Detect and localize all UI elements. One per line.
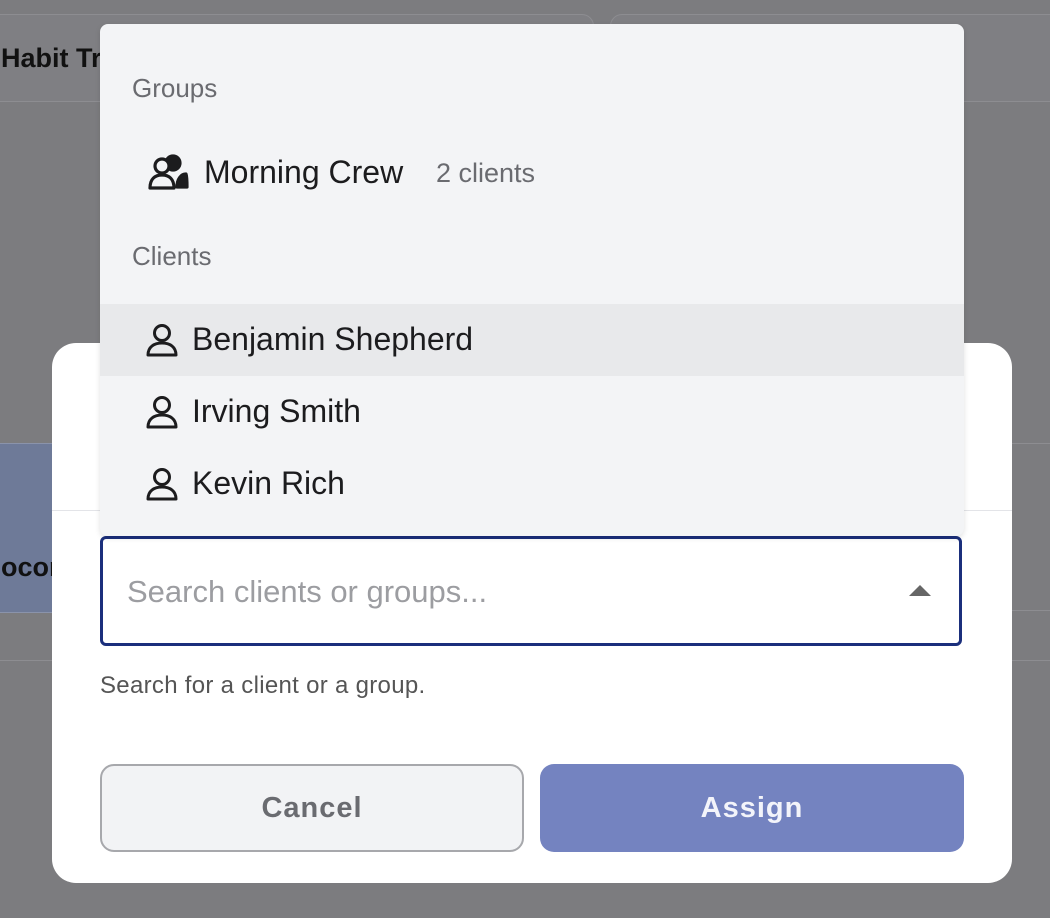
- client-option-irving-smith[interactable]: Irving Smith: [100, 376, 964, 448]
- clients-section-label: Clients: [132, 241, 212, 271]
- search-helper-text: Search for a client or a group.: [100, 672, 426, 699]
- search-dropdown: Groups Morning Crew 2 clients Clients Be…: [100, 24, 964, 536]
- client-option-benjamin-shepherd[interactable]: Benjamin Shepherd: [100, 304, 964, 376]
- search-input[interactable]: [125, 539, 889, 645]
- user-icon: [146, 324, 178, 357]
- assign-button[interactable]: Assign: [540, 764, 964, 852]
- client-option-kevin-rich[interactable]: Kevin Rich: [100, 448, 964, 520]
- caret-up-icon[interactable]: [909, 585, 931, 596]
- cancel-button[interactable]: Cancel: [100, 764, 524, 852]
- client-name: Benjamin Shepherd: [192, 321, 474, 357]
- client-name: Irving Smith: [192, 393, 361, 429]
- group-name: Morning Crew: [204, 154, 404, 190]
- search-combobox[interactable]: [100, 536, 962, 646]
- background-card-title: Habit Tr: [1, 43, 102, 73]
- groups-section-label: Groups: [132, 73, 218, 103]
- client-name: Kevin Rich: [192, 465, 345, 501]
- group-client-count: 2 clients: [436, 158, 536, 188]
- group-option-morning-crew[interactable]: Morning Crew 2 clients: [100, 140, 964, 204]
- user-icon: [146, 396, 178, 429]
- users-icon: [148, 154, 189, 190]
- user-icon: [146, 468, 178, 501]
